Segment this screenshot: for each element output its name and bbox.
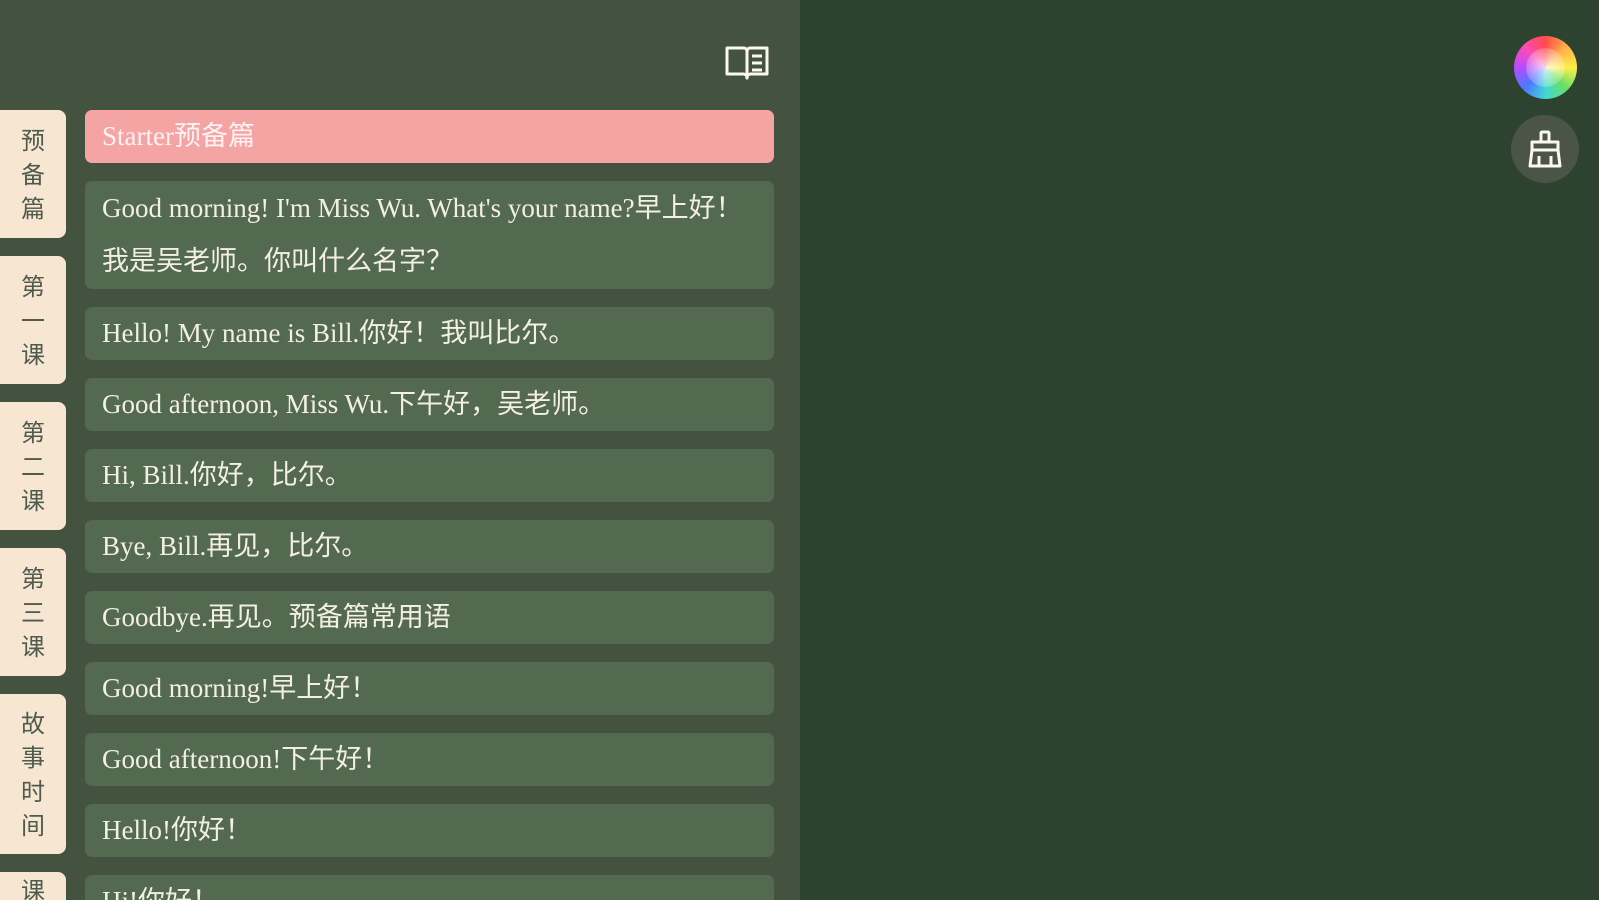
tab-char: 一: [21, 307, 45, 335]
open-book-icon: [725, 46, 769, 80]
tab-char: 课: [21, 487, 45, 515]
brush-icon: [1528, 130, 1562, 168]
list-item[interactable]: Hello! My name is Bill.你好！我叫比尔。: [85, 307, 774, 360]
tab-lesson-1[interactable]: 第 一 课: [0, 256, 66, 384]
tab-story-time[interactable]: 故 事 时 间: [0, 694, 66, 854]
tab-char: 备: [21, 161, 45, 189]
tab-lesson-3[interactable]: 第 三 课: [0, 548, 66, 676]
tab-char: 三: [21, 599, 45, 627]
tab-starter[interactable]: 预 备 篇: [0, 110, 66, 238]
tab-char: 课: [21, 341, 45, 369]
tab-char: 课: [21, 877, 45, 900]
color-wheel-icon[interactable]: [1514, 36, 1577, 99]
list-item[interactable]: Hi, Bill.你好，比尔。: [85, 449, 774, 502]
list-item[interactable]: Hello!你好！: [85, 804, 774, 857]
list-item[interactable]: Good morning!早上好！: [85, 662, 774, 715]
tab-char: 第: [21, 419, 45, 447]
tab-char: 预: [21, 127, 45, 155]
tab-char: 课: [21, 633, 45, 661]
tab-char: 二: [21, 453, 45, 481]
list-item[interactable]: Good afternoon, Miss Wu.下午好，吴老师。: [85, 378, 774, 431]
tab-char: 第: [21, 273, 45, 301]
list-item[interactable]: Bye, Bill.再见，比尔。: [85, 520, 774, 573]
tab-next-lesson[interactable]: 课: [0, 872, 66, 900]
tab-char: 间: [21, 812, 45, 840]
app-window: 预 备 篇 第 一 课 第 二 课 第 三 课 故 事 时 间 课 Starte…: [0, 0, 1599, 900]
list-item[interactable]: Good morning! I'm Miss Wu. What's your n…: [85, 181, 774, 289]
list-item[interactable]: Good afternoon!下午好！: [85, 733, 774, 786]
tab-char: 事: [21, 744, 45, 772]
list-item[interactable]: Goodbye.再见。预备篇常用语: [85, 591, 774, 644]
blackboard[interactable]: [800, 0, 1599, 900]
list-item[interactable]: Starter预备篇: [85, 110, 774, 163]
tab-char: 时: [21, 778, 45, 806]
tab-char: 故: [21, 710, 45, 738]
brush-button[interactable]: [1511, 115, 1579, 183]
tab-lesson-2[interactable]: 第 二 课: [0, 402, 66, 530]
lesson-panel: 预 备 篇 第 一 课 第 二 课 第 三 课 故 事 时 间 课 Starte…: [0, 0, 800, 900]
list-item[interactable]: Hi!你好！: [85, 875, 774, 900]
book-button[interactable]: [722, 41, 772, 85]
tab-char: 第: [21, 565, 45, 593]
tab-char: 篇: [21, 195, 45, 223]
